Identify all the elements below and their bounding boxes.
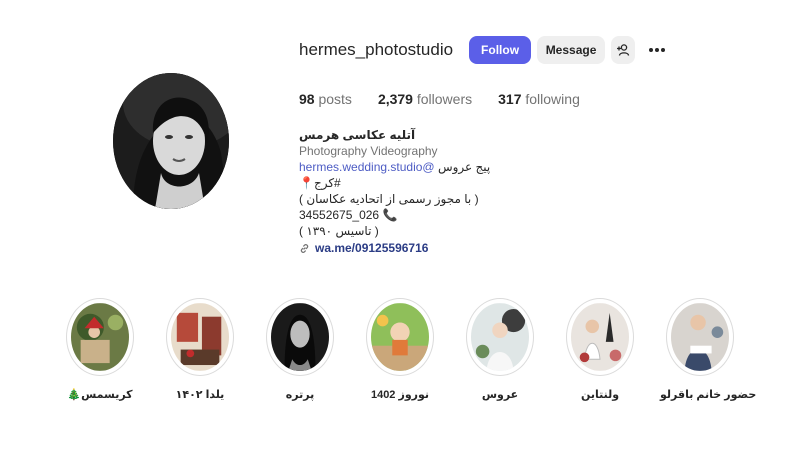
following-stat[interactable]: 317 following — [498, 91, 580, 107]
message-button[interactable]: Message — [537, 36, 606, 64]
person-plus-icon — [617, 44, 630, 56]
highlight-label: یلدا ۱۴۰۲ — [175, 389, 225, 401]
bio-hashtag: کرج# — [313, 176, 341, 190]
profile-category: Photography Videography — [299, 144, 438, 158]
profile-header: hermes_photostudio Follow Message — [299, 35, 669, 65]
highlight-cover — [271, 303, 329, 371]
highlight-cover — [471, 303, 529, 371]
highlight-cover — [71, 303, 129, 371]
highlight-ring — [66, 298, 134, 376]
more-horizontal-icon — [649, 48, 666, 52]
highlight-cover — [671, 303, 729, 371]
profile-bio: آتلیه عکاسی هرمس Photography Videography… — [299, 127, 529, 256]
bio-phone-number: 34552675_026 — [299, 208, 380, 222]
bio-link-row: wa.me/09125596716 — [299, 240, 529, 256]
highlight-item[interactable]: نوروز 1402 — [360, 298, 440, 401]
highlight-ring — [566, 298, 634, 376]
highlight-ring — [466, 298, 534, 376]
highlight-item[interactable]: عروس — [460, 298, 540, 401]
followers-count: 2,379 — [377, 91, 413, 107]
profile-avatar[interactable] — [113, 73, 229, 209]
highlight-ring — [266, 298, 334, 376]
profile-display-name: آتلیه عکاسی هرمس — [299, 128, 416, 142]
bio-mention-link[interactable]: hermes.wedding.studio@ — [299, 160, 435, 174]
posts-stat: 98 posts — [299, 91, 352, 107]
highlight-label: ولنتاین — [580, 389, 620, 401]
suggest-user-button[interactable] — [611, 36, 636, 64]
bio-line-location: 📍کرج# — [299, 175, 529, 191]
highlight-item[interactable]: 🎄کریسمس — [60, 298, 140, 401]
highlight-item[interactable]: یلدا ۱۴۰۲ — [160, 298, 240, 401]
highlight-cover — [571, 303, 629, 371]
highlight-label: پرتره — [285, 389, 315, 401]
highlight-label: 🎄کریسمس — [67, 389, 133, 401]
highlight-ring — [166, 298, 234, 376]
followers-label: followers — [416, 91, 473, 107]
more-options-button[interactable] — [645, 36, 669, 64]
highlight-item[interactable]: ولنتاین — [560, 298, 640, 401]
bio-line-founded: ( تاسیس ۱۳۹۰ ) — [299, 224, 379, 238]
avatar-photo — [113, 73, 229, 209]
profile-stats: 98 posts 2,379 followers 317 following — [299, 91, 606, 107]
bio-line-license: ( با مجوز رسمی از اتحادیه عکاسان ) — [299, 192, 479, 206]
highlight-label: نوروز 1402 — [370, 389, 430, 401]
bio-line-phone: 34552675_026 📞 — [299, 207, 529, 223]
phone-icon: 📞 — [382, 208, 398, 222]
highlight-cover — [371, 303, 429, 371]
posts-count: 98 — [299, 91, 315, 107]
follow-button[interactable]: Follow — [469, 36, 532, 64]
bio-external-link[interactable]: wa.me/09125596716 — [315, 240, 428, 256]
posts-label: posts — [318, 91, 352, 107]
following-label: following — [525, 91, 580, 107]
highlight-ring — [366, 298, 434, 376]
story-highlights: 🎄کریسمس یلدا ۱۴۰۲ پرتره نوروز 1402 عروس … — [66, 298, 756, 408]
username: hermes_photostudio — [299, 40, 454, 59]
bio-line1-text: پیج عروس — [437, 160, 491, 174]
highlight-item[interactable]: حضور خانم باقرلو — [660, 298, 757, 401]
highlight-ring — [666, 298, 734, 376]
highlight-label: عروس — [481, 389, 519, 401]
followers-stat[interactable]: 2,379 followers — [378, 91, 472, 107]
highlight-cover — [171, 303, 229, 371]
following-count: 317 — [498, 91, 522, 107]
link-icon — [300, 243, 309, 253]
location-pin-icon: 📍 — [299, 176, 314, 190]
highlight-label: حضور خانم باقرلو — [660, 389, 757, 401]
bio-line-mention: hermes.wedding.studio@ پیج عروس — [299, 159, 529, 175]
highlight-item[interactable]: پرتره — [260, 298, 340, 401]
